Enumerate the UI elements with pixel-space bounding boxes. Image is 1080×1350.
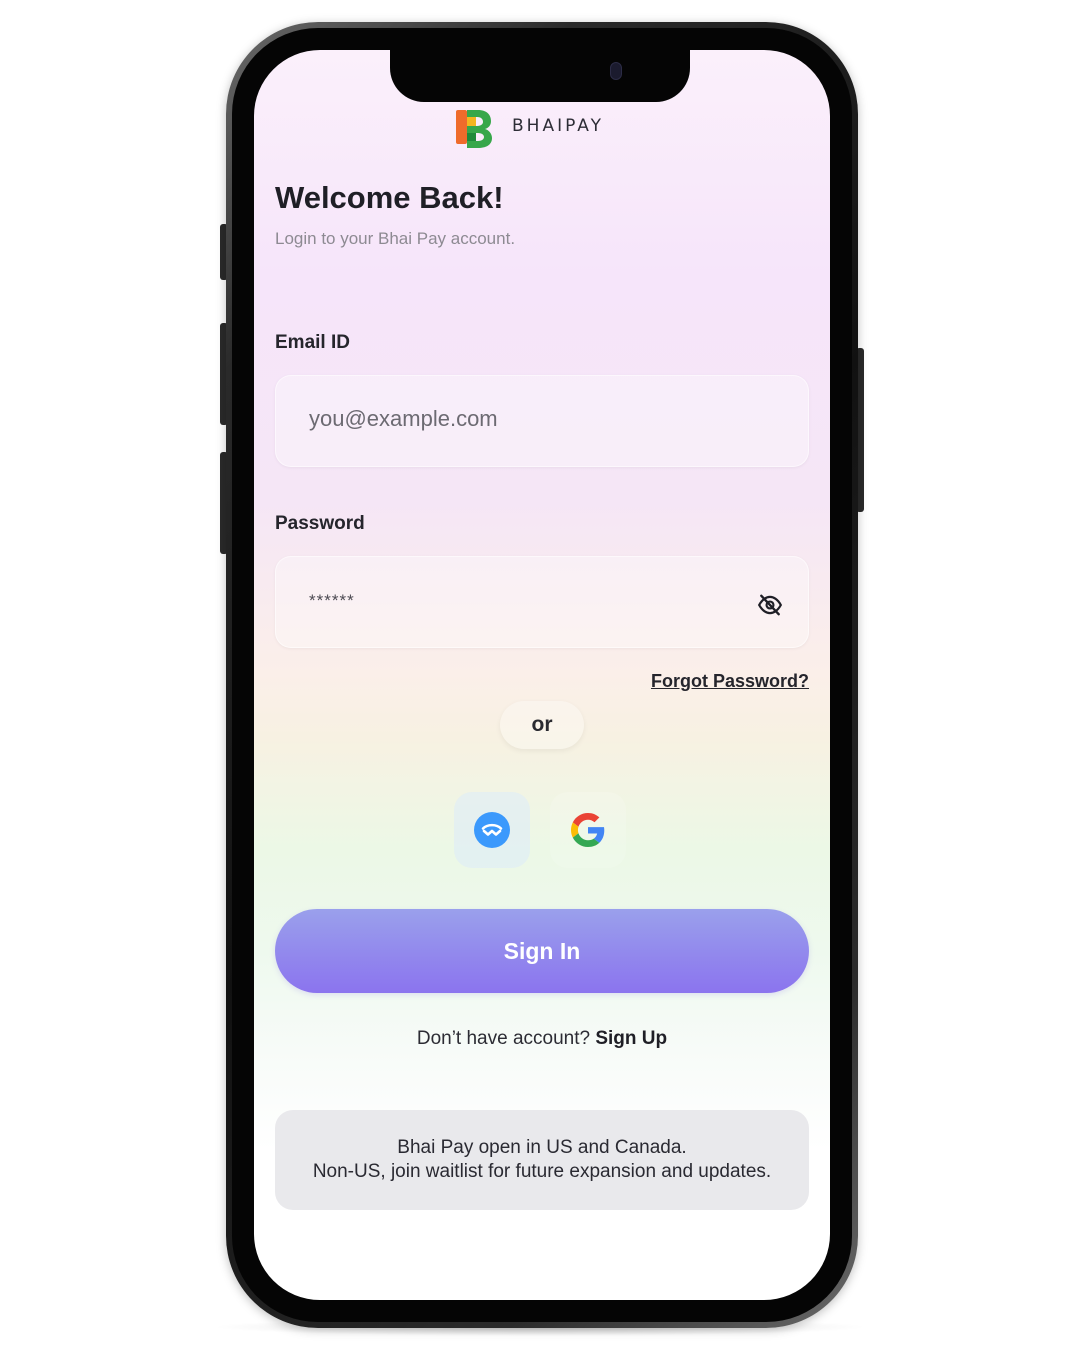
password-input[interactable]: ******: [309, 591, 355, 611]
bhaipay-logo-icon: [456, 110, 492, 148]
forgot-password-link[interactable]: Forgot Password?: [651, 671, 809, 692]
email-label: Email ID: [275, 332, 350, 353]
eye-off-icon: [757, 594, 783, 616]
notice-line-1: Bhai Pay open in US and Canada.: [397, 1137, 687, 1158]
stage: BHAIPAY Welcome Back! Login to your Bhai…: [0, 0, 1080, 1350]
page-title: Welcome Back!: [275, 180, 504, 215]
sign-in-button[interactable]: Sign In: [275, 909, 809, 993]
wallet-connect-button[interactable]: [454, 792, 530, 868]
notice-line-2: Non-US, join waitlist for future expansi…: [312, 1161, 772, 1182]
password-label: Password: [275, 513, 365, 534]
email-field[interactable]: [275, 375, 809, 467]
signup-prompt: Don’t have account?: [416, 1028, 591, 1049]
app-screen: BHAIPAY Welcome Back! Login to your Bhai…: [254, 50, 830, 1300]
signup-prompt-row: Don’t have account? Sign Up: [254, 1028, 830, 1050]
password-field[interactable]: ******: [275, 556, 809, 648]
email-input[interactable]: [309, 406, 729, 432]
camera-icon: [610, 62, 622, 80]
brand-name: BHAIPAY: [512, 116, 604, 136]
or-divider: or: [500, 701, 584, 749]
notch: [390, 50, 690, 102]
wallet-icon: [474, 812, 510, 848]
brand-header: BHAIPAY: [454, 104, 604, 148]
page-subtitle: Login to your Bhai Pay account.: [275, 229, 516, 248]
password-visibility-toggle[interactable]: [756, 591, 784, 619]
sign-up-link[interactable]: Sign Up: [595, 1028, 667, 1049]
availability-notice: Bhai Pay open in US and Canada. Non-US, …: [275, 1110, 809, 1210]
google-signin-button[interactable]: [550, 792, 626, 868]
google-icon: [571, 813, 605, 847]
